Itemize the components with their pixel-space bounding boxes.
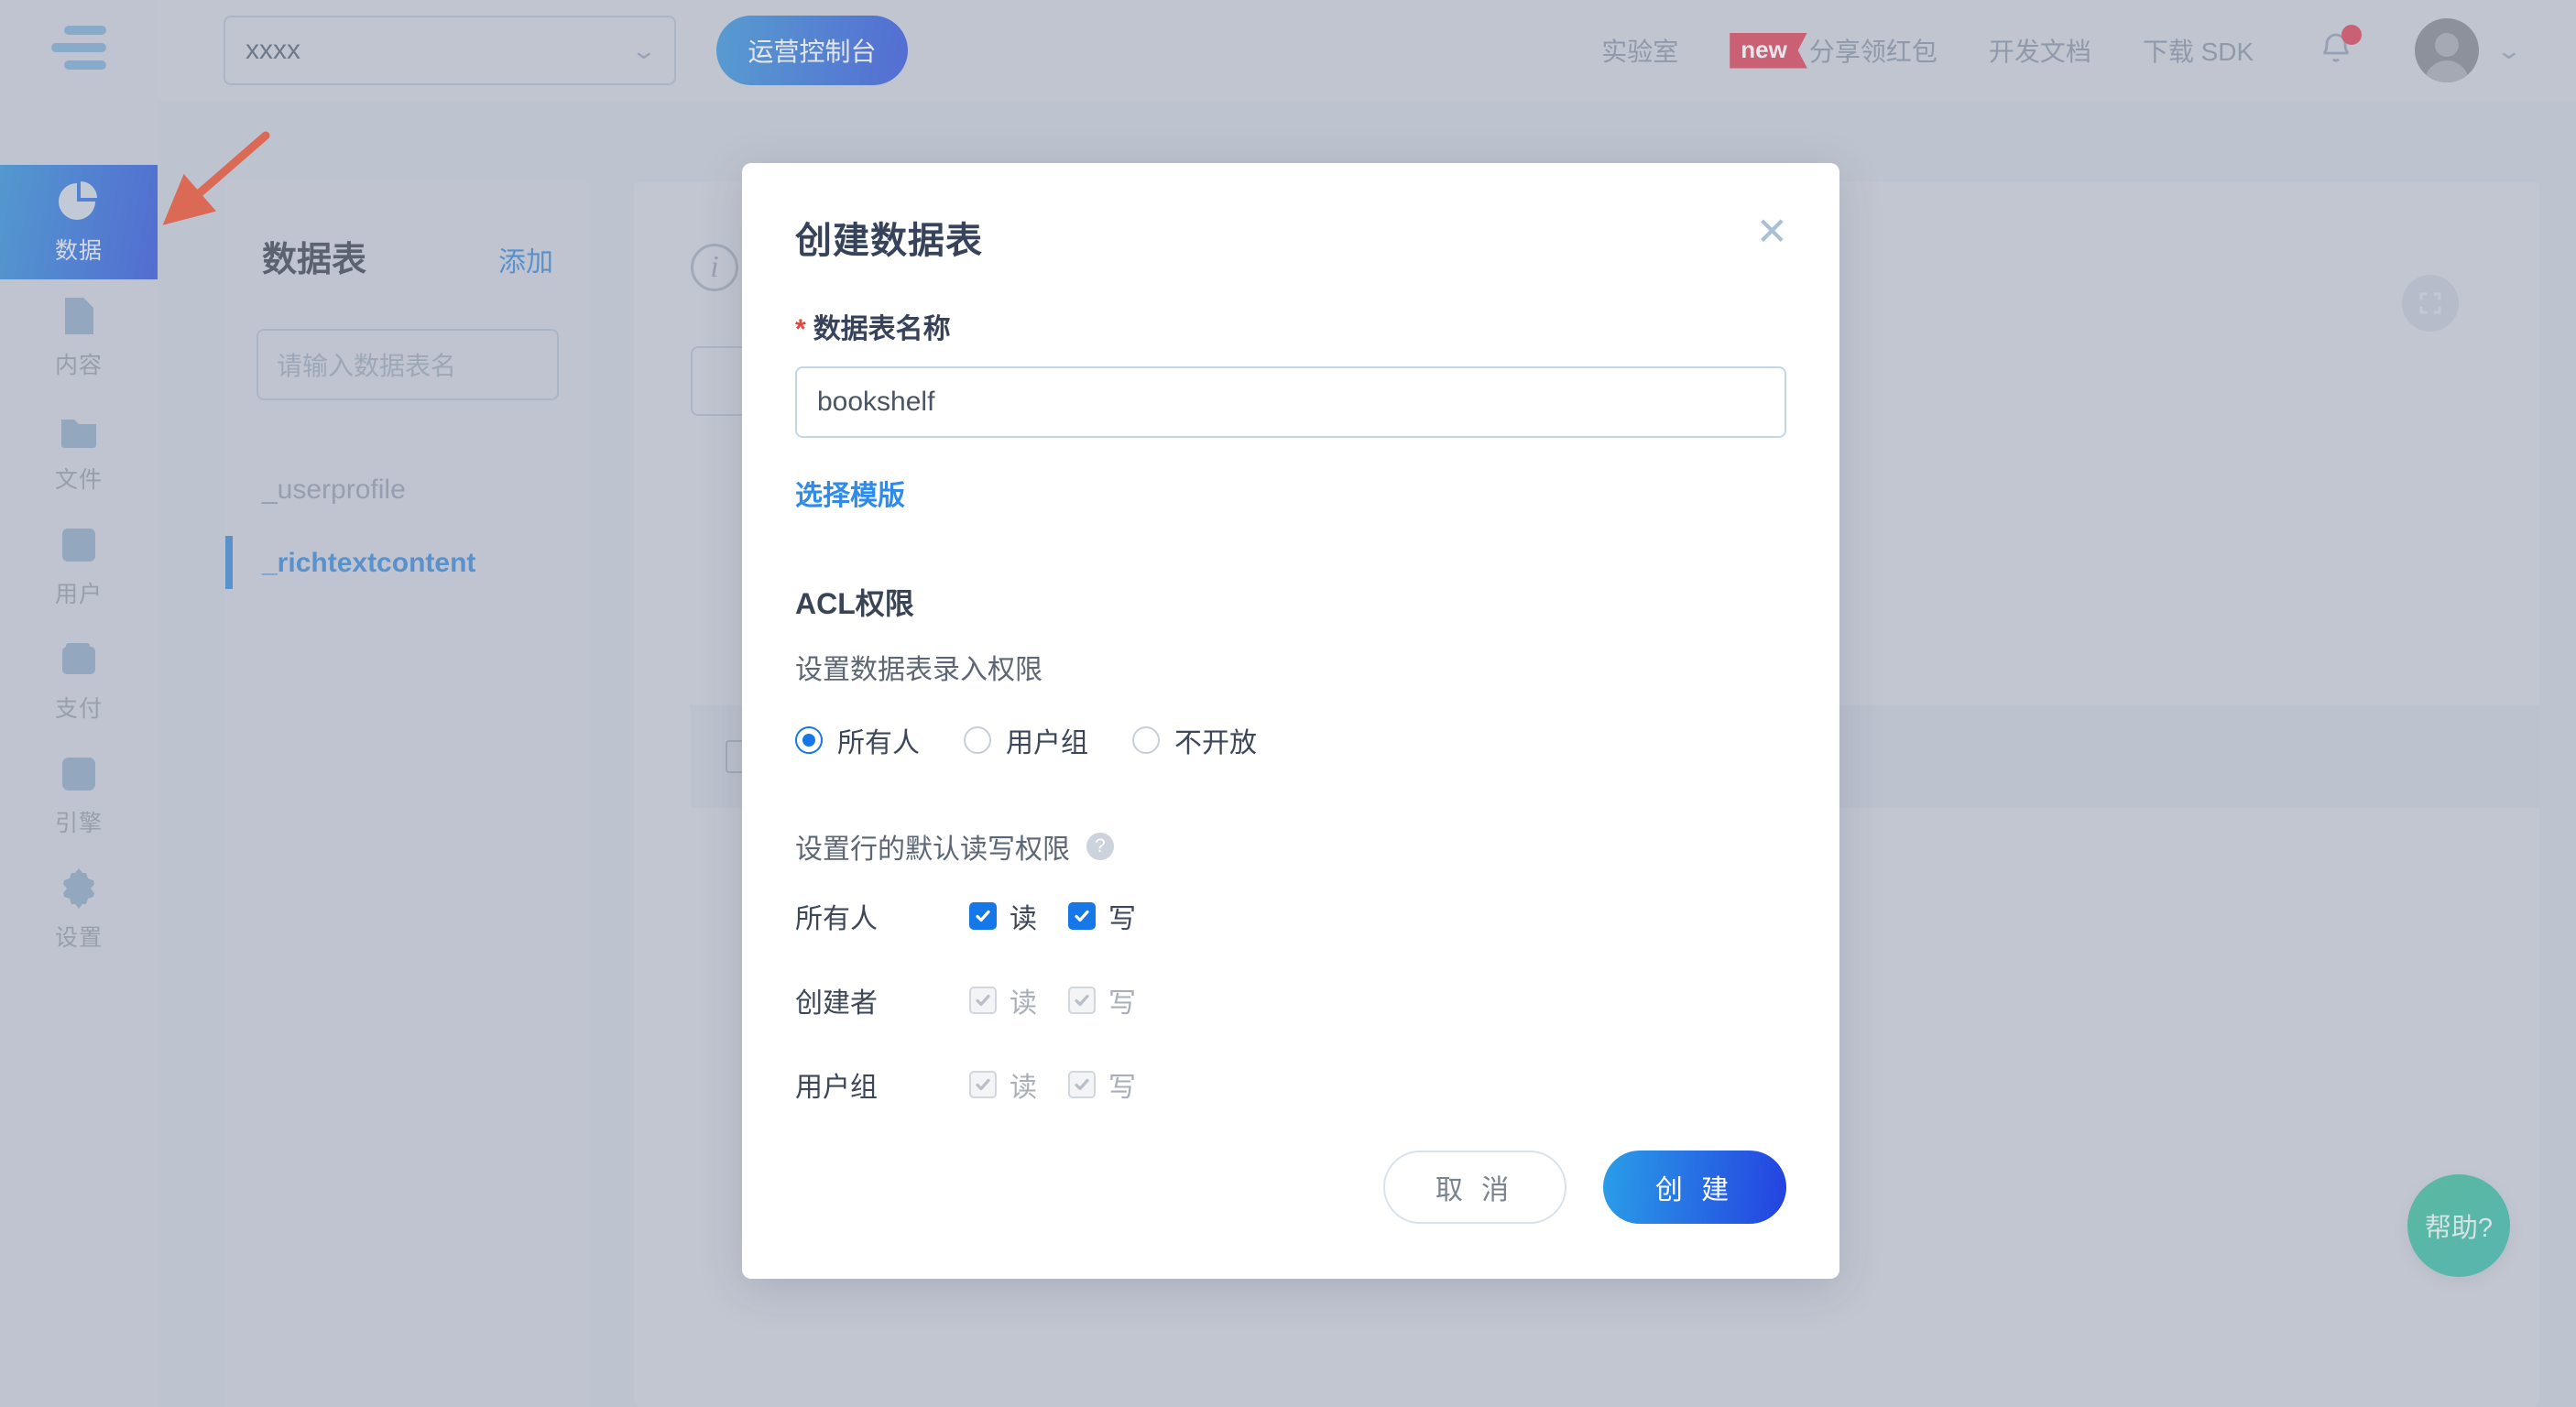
acl-radio-group: 所有人 用户组 不开放 — [795, 720, 1786, 760]
acl-radio-everyone[interactable]: 所有人 — [795, 720, 920, 760]
checkbox-icon-disabled-checked — [969, 987, 997, 1014]
acl-radio-label: 所有人 — [837, 720, 920, 760]
permission-row-usergroup: 用户组 读 写 — [795, 1064, 1786, 1105]
create-table-modal: 创建数据表 ✕ *数据表名称 bookshelf 选择模版 ACL权限 设置数据… — [742, 163, 1839, 1279]
table-name-input[interactable]: bookshelf — [795, 366, 1786, 438]
acl-radio-usergroup[interactable]: 用户组 — [964, 720, 1088, 760]
permission-read-label: 读 — [1010, 980, 1037, 1020]
cancel-button[interactable]: 取 消 — [1383, 1151, 1566, 1224]
permission-write-checkbox: 写 — [1068, 1064, 1136, 1105]
radio-icon-checked — [795, 726, 823, 754]
acl-radio-label: 用户组 — [1006, 720, 1088, 760]
create-button-label: 创 建 — [1655, 1167, 1734, 1207]
required-mark: * — [795, 314, 806, 344]
permission-row-everyone: 所有人 读 写 — [795, 896, 1786, 936]
checkbox-icon-checked — [1068, 902, 1096, 930]
table-name-label: *数据表名称 — [795, 306, 1786, 346]
permission-checkboxes: 读 写 — [969, 1064, 1167, 1105]
create-button[interactable]: 创 建 — [1603, 1151, 1786, 1224]
modal-body: *数据表名称 bookshelf 选择模版 ACL权限 设置数据表录入权限 所有… — [742, 306, 1839, 1105]
app-root: 数据 内容 文件 — [0, 0, 2576, 1407]
table-name-label-text: 数据表名称 — [813, 314, 951, 344]
permission-write-label: 写 — [1108, 980, 1136, 1020]
permission-read-checkbox: 读 — [969, 980, 1037, 1020]
acl-radio-label: 不开放 — [1174, 720, 1257, 760]
select-template-link[interactable]: 选择模版 — [795, 473, 1786, 513]
permission-checkboxes: 读 写 — [969, 980, 1167, 1020]
permission-read-checkbox[interactable]: 读 — [969, 896, 1037, 936]
question-icon[interactable]: ? — [1086, 833, 1114, 860]
permission-write-label: 写 — [1108, 1064, 1136, 1105]
modal-title: 创建数据表 — [795, 211, 983, 264]
radio-icon — [964, 726, 991, 754]
permission-write-label: 写 — [1108, 896, 1136, 936]
permission-checkboxes: 读 写 — [969, 896, 1167, 936]
checkbox-icon-disabled-checked — [969, 1071, 997, 1098]
table-name-value: bookshelf — [817, 387, 934, 418]
modal-header: 创建数据表 ✕ — [742, 163, 1839, 264]
permission-read-label: 读 — [1010, 896, 1037, 936]
checkbox-icon-disabled-checked — [1068, 987, 1096, 1014]
checkbox-icon-checked — [969, 902, 997, 930]
permission-row-name: 所有人 — [795, 896, 969, 936]
acl-section-subtitle: 设置数据表录入权限 — [795, 647, 1786, 687]
cancel-button-label: 取 消 — [1435, 1167, 1514, 1207]
permission-read-checkbox: 读 — [969, 1064, 1037, 1105]
permission-write-checkbox[interactable]: 写 — [1068, 896, 1136, 936]
acl-radio-closed[interactable]: 不开放 — [1132, 720, 1257, 760]
permission-row-creator: 创建者 读 写 — [795, 980, 1786, 1020]
close-icon[interactable]: ✕ — [1756, 211, 1788, 251]
permission-row-name: 创建者 — [795, 980, 969, 1020]
acl-section-title: ACL权限 — [795, 581, 1786, 623]
permission-read-label: 读 — [1010, 1064, 1037, 1105]
checkbox-icon-disabled-checked — [1068, 1071, 1096, 1098]
row-permission-title-text: 设置行的默认读写权限 — [795, 826, 1070, 867]
permission-row-name: 用户组 — [795, 1064, 969, 1105]
radio-icon — [1132, 726, 1160, 754]
permission-write-checkbox: 写 — [1068, 980, 1136, 1020]
row-permission-title: 设置行的默认读写权限 ? — [795, 826, 1786, 867]
modal-footer: 取 消 创 建 — [742, 1151, 1839, 1279]
